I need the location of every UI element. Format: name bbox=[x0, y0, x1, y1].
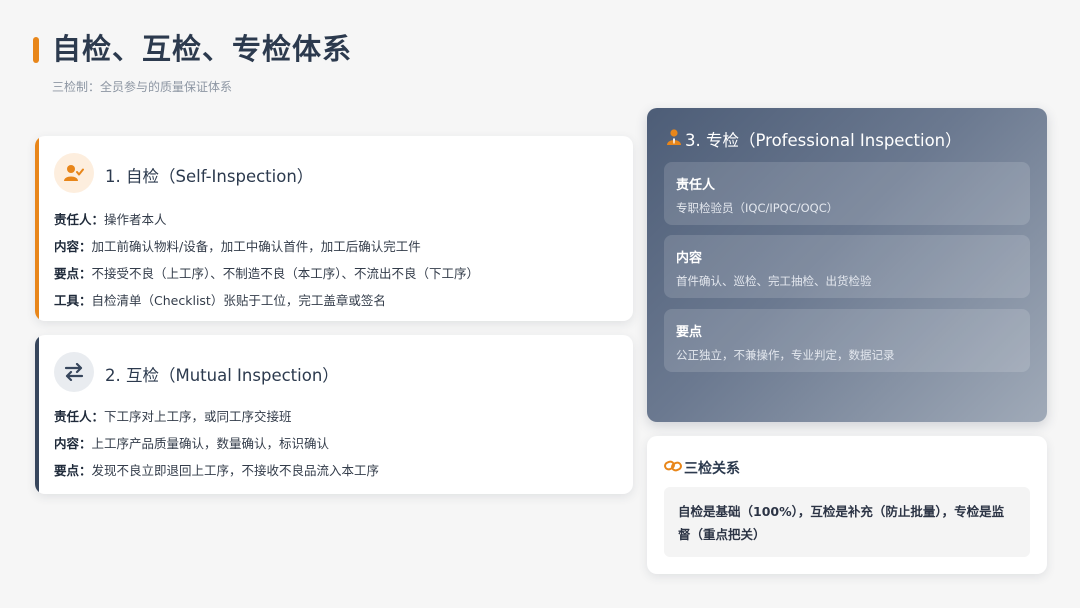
row-value: 发现不良立即退回上工序，不接收不良品流入本工序 bbox=[91, 463, 380, 478]
row-value: 下工序对上工序，或同工序交接班 bbox=[104, 409, 292, 424]
pro-box-label: 责任人 bbox=[676, 178, 716, 193]
user-check-icon bbox=[54, 153, 94, 193]
relationship-header: 三检关系 bbox=[664, 458, 740, 478]
user-tie-icon bbox=[667, 129, 685, 149]
row-responsible: 责任人：下工序对上工序，或同工序交接班 bbox=[54, 403, 379, 430]
mutual-inspection-rows: 责任人：下工序对上工序，或同工序交接班 内容：上工序产品质量确认，数量确认，标识… bbox=[54, 403, 379, 484]
row-label: 责任人： bbox=[54, 409, 105, 424]
page-subtitle: 三检制：全员参与的质量保证体系 bbox=[52, 80, 233, 94]
row-value: 不接受不良（上工序）、不制造不良（本工序）、不流出不良（下工序） bbox=[91, 266, 480, 281]
self-inspection-title: 1. 自检（Self-Inspection） bbox=[105, 167, 314, 186]
row-content: 内容：加工前确认物料/设备，加工中确认首件，加工后确认完工件 bbox=[54, 233, 479, 260]
relationship-card: 三检关系 自检是基础（100%），互检是补充（防止批量），专检是监督（重点把关） bbox=[647, 436, 1047, 574]
pro-box-key-points: 要点 公正独立，不兼操作，专业判定，数据记录 bbox=[664, 309, 1030, 372]
pro-box-responsible: 责任人 专职检验员（IQC/IPQC/OQC） bbox=[664, 162, 1030, 225]
pro-box-value: 公正独立，不兼操作，专业判定，数据记录 bbox=[676, 348, 895, 362]
row-content: 内容：上工序产品质量确认，数量确认，标识确认 bbox=[54, 430, 379, 457]
link-icon bbox=[664, 459, 684, 477]
row-label: 内容： bbox=[54, 239, 92, 254]
pro-box-label: 要点 bbox=[676, 325, 703, 340]
row-value: 操作者本人 bbox=[104, 212, 167, 227]
relationship-title: 三检关系 bbox=[684, 461, 740, 477]
row-label: 工具： bbox=[54, 293, 92, 308]
pro-box-content: 内容 首件确认、巡检、完工抽检、出货检验 bbox=[664, 235, 1030, 298]
row-key-points: 要点：不接受不良（上工序）、不制造不良（本工序）、不流出不良（下工序） bbox=[54, 260, 479, 287]
page-title: 自检、互检、专检体系 bbox=[52, 32, 353, 66]
row-label: 要点： bbox=[54, 463, 92, 478]
row-tools: 工具：自检清单（Checklist）张贴于工位，完工盖章或签名 bbox=[54, 287, 479, 314]
row-label: 责任人： bbox=[54, 212, 105, 227]
pro-box-value: 专职检验员（IQC/IPQC/OQC） bbox=[676, 201, 839, 215]
row-key-points: 要点：发现不良立即退回上工序，不接收不良品流入本工序 bbox=[54, 457, 379, 484]
pro-box-label: 内容 bbox=[676, 251, 703, 266]
self-inspection-rows: 责任人：操作者本人 内容：加工前确认物料/设备，加工中确认首件，加工后确认完工件… bbox=[54, 206, 479, 314]
row-label: 内容： bbox=[54, 436, 92, 451]
row-value: 自检清单（Checklist）张贴于工位，完工盖章或签名 bbox=[91, 293, 386, 308]
self-inspection-card: 1. 自检（Self-Inspection） 责任人：操作者本人 内容：加工前确… bbox=[35, 136, 633, 321]
professional-inspection-header: 3. 专检（Professional Inspection） bbox=[667, 127, 962, 151]
row-label: 要点： bbox=[54, 266, 92, 281]
title-accent-bar bbox=[33, 37, 39, 63]
row-responsible: 责任人：操作者本人 bbox=[54, 206, 479, 233]
exchange-arrows-icon bbox=[54, 352, 94, 392]
professional-inspection-title: 3. 专检（Professional Inspection） bbox=[685, 131, 962, 150]
mutual-inspection-card: 2. 互检（Mutual Inspection） 责任人：下工序对上工序，或同工… bbox=[35, 335, 633, 494]
row-value: 加工前确认物料/设备，加工中确认首件，加工后确认完工件 bbox=[91, 239, 421, 254]
pro-box-value: 首件确认、巡检、完工抽检、出货检验 bbox=[676, 274, 872, 288]
professional-inspection-card: 3. 专检（Professional Inspection） 责任人 专职检验员… bbox=[647, 108, 1047, 422]
relationship-text: 自检是基础（100%），互检是补充（防止批量），专检是监督（重点把关） bbox=[664, 487, 1030, 557]
card-accent-bar bbox=[35, 335, 39, 494]
mutual-inspection-title: 2. 互检（Mutual Inspection） bbox=[105, 366, 339, 385]
card-accent-bar bbox=[35, 136, 39, 321]
row-value: 上工序产品质量确认，数量确认，标识确认 bbox=[91, 436, 330, 451]
